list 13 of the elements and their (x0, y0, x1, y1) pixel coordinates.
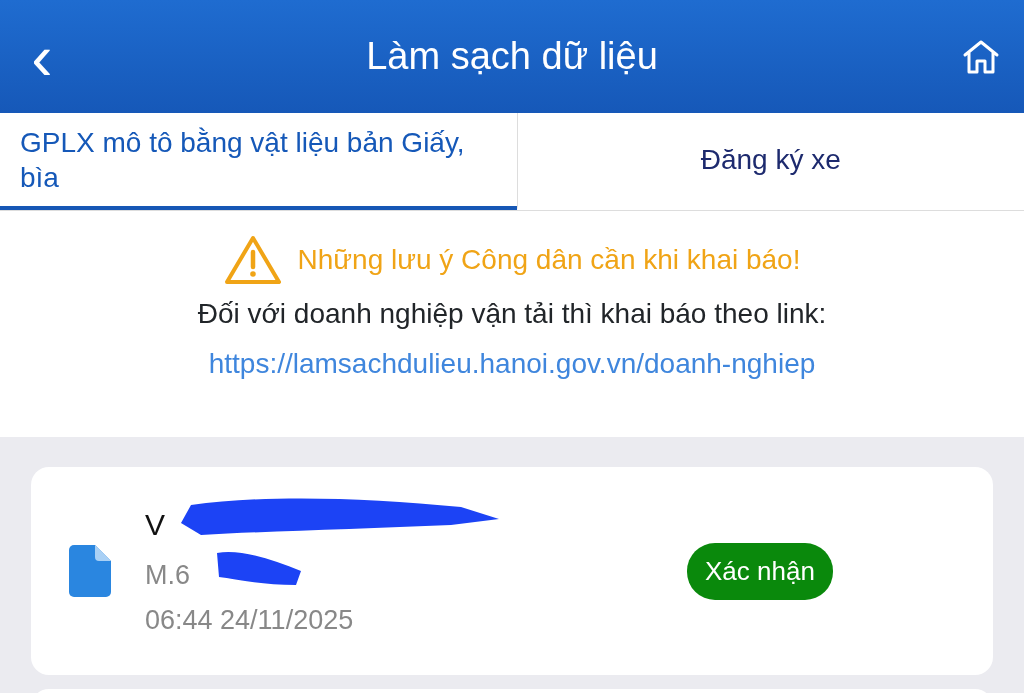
record-card[interactable]: V M.6 06:44 24/11/2025 Xác nhận (31, 467, 993, 675)
record-code: M.6 (145, 559, 191, 592)
warning-text: Những lưu ý Công dân cần khi khai báo! (297, 243, 801, 277)
back-button[interactable]: ‹ (0, 23, 60, 90)
record-time: 06:44 24/11/2025 (145, 603, 355, 637)
home-icon[interactable] (962, 38, 1000, 75)
screen-title: Làm sạch dữ liệu (366, 34, 658, 79)
notice-text: Đối với doanh nghiệp vận tải thì khai báo theo link: (197, 297, 827, 331)
document-icon (69, 545, 111, 597)
record-title: V (145, 507, 166, 543)
status-badge: Xác nhận (687, 542, 833, 600)
warning-icon (223, 235, 282, 285)
link[interactable]: https://lamsachdulieu.hanoi.gov.vn/doanh-nghiep (208, 343, 816, 385)
